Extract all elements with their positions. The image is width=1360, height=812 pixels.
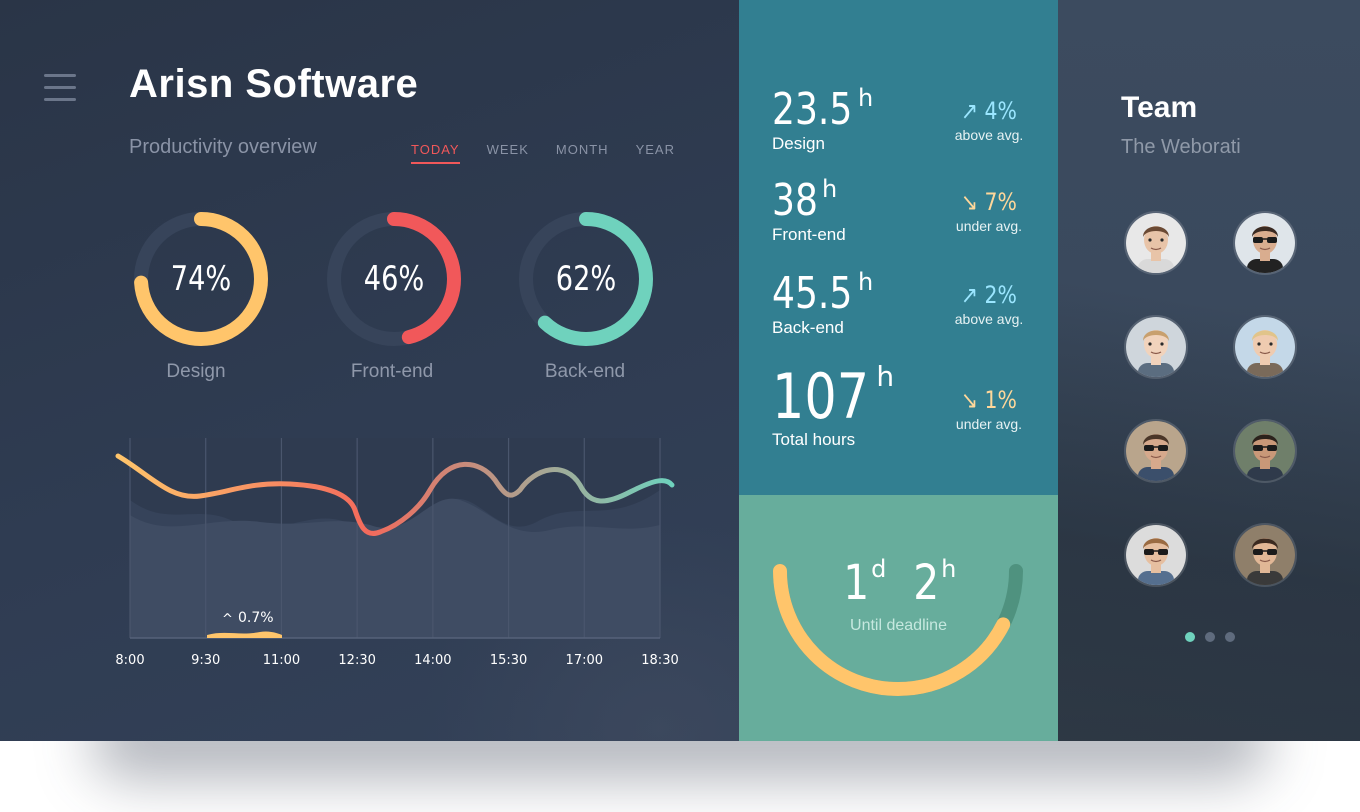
backend-donut: 62% xyxy=(516,209,656,349)
pagination-dots xyxy=(1185,632,1235,642)
stat-total: 107 h Total hours xyxy=(772,360,895,449)
backend-percent: 62% xyxy=(555,259,617,299)
page-subtitle: Productivity overview xyxy=(129,136,317,158)
stat-design-trend: ↗ 4% above avg. xyxy=(929,97,1049,143)
frontend-label: Front-end xyxy=(350,361,434,382)
stat-frontend: 38 h Front-end xyxy=(772,175,846,244)
stat-backend-trend-note: above avg. xyxy=(954,311,1024,327)
deadline-countdown: 1d 2h xyxy=(739,555,1058,611)
x-tick-label: 8:00 xyxy=(115,653,144,668)
avatar[interactable] xyxy=(1233,315,1297,379)
x-tick-label: 9:30 xyxy=(191,653,220,668)
team-title: Team xyxy=(1121,91,1198,124)
stat-backend-trend: ↗ 2% above avg. xyxy=(929,281,1049,327)
tab-today[interactable]: TODAY xyxy=(411,142,460,164)
deadline-hours: 2 xyxy=(912,555,939,611)
deadline-days: 1 xyxy=(842,555,869,611)
pagination-dot-3[interactable] xyxy=(1225,632,1235,642)
design-label: Design xyxy=(166,361,226,382)
stat-total-trend: ↘ 1% under avg. xyxy=(929,386,1049,432)
avatar[interactable] xyxy=(1233,211,1297,275)
avatar[interactable] xyxy=(1124,419,1188,483)
stat-total-trend-value: 1% xyxy=(984,386,1017,414)
stat-backend: 45.5 h Back-end xyxy=(772,268,874,337)
stat-frontend-label: Front-end xyxy=(772,225,846,244)
x-tick-label: 18:30 xyxy=(641,653,678,668)
chart-x-axis: 8:00 9:30 11:00 12:30 14:00 15:30 17:00 18:30 xyxy=(115,653,678,668)
team-subtitle: The Weborati xyxy=(1121,136,1241,158)
productivity-panel: Arisn Software Productivity overview TOD… xyxy=(0,0,820,741)
stat-backend-unit: h xyxy=(857,268,874,296)
avatar[interactable] xyxy=(1233,523,1297,587)
trend-up-icon: ↗ xyxy=(961,281,979,309)
backend-label: Back-end xyxy=(544,361,626,382)
trend-up-icon: ↗ xyxy=(961,97,979,125)
stat-design-unit: h xyxy=(857,84,874,112)
x-tick-label: 17:00 xyxy=(566,653,603,668)
stat-design-trend-note: above avg. xyxy=(954,127,1024,143)
avatar[interactable] xyxy=(1124,523,1188,587)
frontend-percent: 46% xyxy=(363,259,425,299)
app-title: Arisn Software xyxy=(129,62,419,106)
tab-week[interactable]: WEEK xyxy=(487,142,529,164)
avatar[interactable] xyxy=(1233,419,1297,483)
background-rock xyxy=(1058,280,1360,741)
pagination-dot-2[interactable] xyxy=(1205,632,1215,642)
stat-design-value: 23.5 xyxy=(772,84,853,135)
stat-backend-value: 45.5 xyxy=(772,268,853,319)
trend-down-icon: ↘ xyxy=(961,386,979,414)
avatar[interactable] xyxy=(1124,211,1188,275)
deadline-panel: 1d 2h Until deadline xyxy=(739,495,1058,741)
frontend-donut: 46% xyxy=(324,209,464,349)
stat-design-trend-value: 4% xyxy=(984,97,1017,125)
tab-month[interactable]: MONTH xyxy=(556,142,609,164)
dashboard-card: Arisn Software Productivity overview TOD… xyxy=(0,0,1360,741)
highlight-value: 0.7% xyxy=(238,610,274,626)
x-tick-label: 11:00 xyxy=(263,653,300,668)
stat-total-value: 107 xyxy=(772,360,870,433)
stat-frontend-trend-note: under avg. xyxy=(955,218,1023,234)
stat-total-unit: h xyxy=(876,360,895,393)
chart-columns xyxy=(130,438,660,638)
stat-frontend-trend: ↘ 7% under avg. xyxy=(929,188,1049,234)
time-range-tabs: TODAY WEEK MONTH YEAR xyxy=(411,142,675,164)
x-tick-label: 15:30 xyxy=(490,653,527,668)
trend-down-icon: ↘ xyxy=(961,188,979,216)
stat-frontend-value: 38 xyxy=(772,175,818,226)
deadline-days-unit: d xyxy=(871,555,887,583)
avatar[interactable] xyxy=(1124,315,1188,379)
stat-total-label: Total hours xyxy=(772,430,856,449)
stat-design-label: Design xyxy=(772,134,825,153)
hamburger-menu-icon[interactable] xyxy=(44,74,76,104)
stat-total-trend-note: under avg. xyxy=(955,416,1023,432)
tab-year[interactable]: YEAR xyxy=(636,142,675,164)
stat-frontend-trend-value: 7% xyxy=(984,188,1017,216)
deadline-label: Until deadline xyxy=(850,617,947,634)
highlight-caret-icon: ^ xyxy=(222,612,233,627)
stat-backend-trend-value: 2% xyxy=(984,281,1017,309)
stat-backend-label: Back-end xyxy=(772,318,844,337)
x-tick-label: 12:30 xyxy=(338,653,375,668)
stat-design: 23.5 h Design xyxy=(772,84,874,153)
team-panel xyxy=(1058,0,1360,741)
deadline-hours-unit: h xyxy=(941,555,957,583)
stat-frontend-unit: h xyxy=(822,175,838,203)
design-percent: 74% xyxy=(170,259,232,299)
x-tick-label: 14:00 xyxy=(414,653,451,668)
design-donut: 74% xyxy=(131,209,271,349)
productivity-chart: ^ 0.7% 8:00 9:30 11:00 12:30 14:00 15:30 17:00… xyxy=(115,438,679,668)
pagination-dot-1[interactable] xyxy=(1185,632,1195,642)
